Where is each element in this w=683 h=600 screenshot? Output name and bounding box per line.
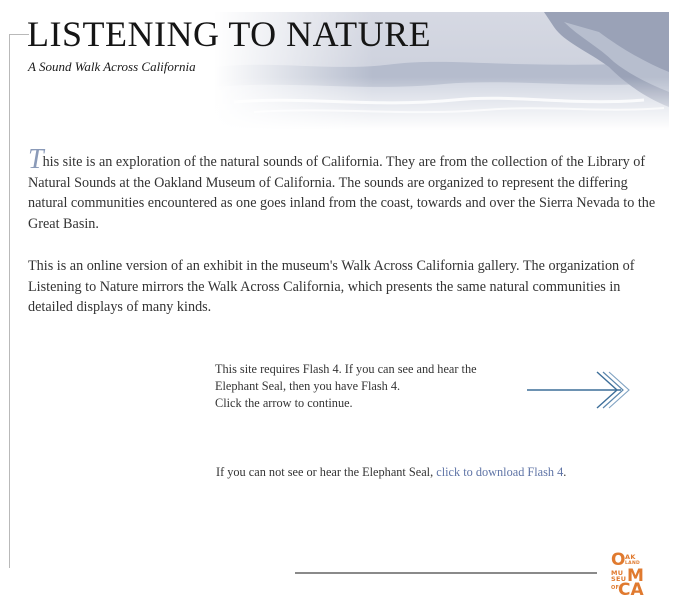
logo-letters-ca: CA bbox=[618, 580, 644, 600]
triple-chevron-right-arrow-icon bbox=[527, 371, 630, 409]
page-subtitle: A Sound Walk Across California bbox=[28, 59, 196, 74]
flash-requirement-notice: This site requires Flash 4. If you can s… bbox=[215, 361, 535, 412]
download-suffix: . bbox=[563, 465, 567, 479]
bottom-divider bbox=[295, 572, 597, 574]
intro-paragraph-2: This is an online version of an exhibit … bbox=[28, 258, 635, 315]
logo-text-ak: AK bbox=[625, 553, 636, 561]
download-flash-line: If you can not see or hear the Elephant … bbox=[216, 465, 566, 480]
intro-paragraph-1: This site is an exploration of the natur… bbox=[28, 146, 660, 234]
drop-cap: T bbox=[28, 144, 44, 175]
flash-notice-line-2: Elephant Seal, then you have Flash 4. bbox=[215, 379, 401, 393]
flash-notice-line-3: Click the arrow to continue. bbox=[215, 396, 353, 410]
flash-notice-line-1: This site requires Flash 4. If you can s… bbox=[215, 362, 477, 376]
oakland-museum-logo[interactable]: O AK LAND MU SEU M OF CA bbox=[611, 550, 647, 600]
left-frame-line bbox=[9, 34, 10, 568]
download-flash-link[interactable]: click to download Flash 4 bbox=[436, 465, 563, 479]
top-frame-line bbox=[9, 34, 29, 35]
continue-arrow-button[interactable] bbox=[525, 370, 633, 410]
download-prefix: If you can not see or hear the Elephant … bbox=[216, 465, 437, 479]
page-title: LISTENING TO NATURE bbox=[27, 14, 432, 54]
intro-paragraph-1-text: his site is an exploration of the natura… bbox=[28, 154, 656, 232]
logo-letter-o: O bbox=[611, 550, 626, 570]
